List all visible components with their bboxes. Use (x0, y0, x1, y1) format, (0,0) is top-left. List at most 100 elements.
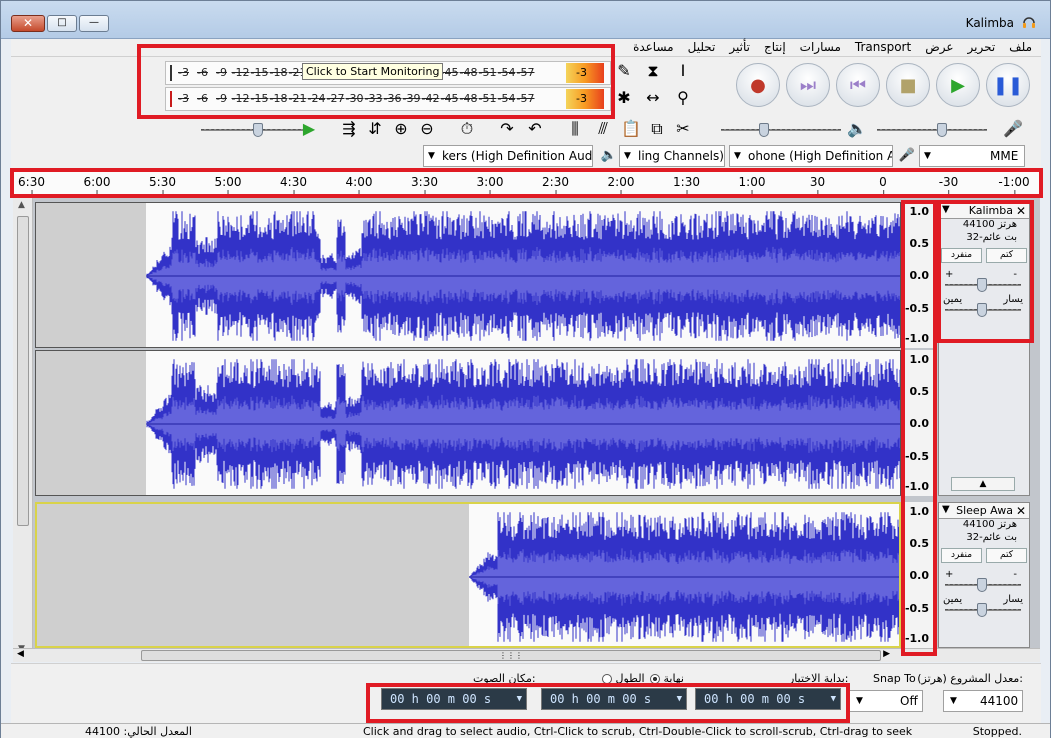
menu-tracks[interactable]: مسارات (799, 40, 842, 54)
vertical-scrollbar[interactable]: ▲ ▼ (13, 198, 33, 658)
undo-icon[interactable]: ↶ (523, 117, 547, 141)
playback-speed-slider[interactable] (201, 123, 311, 137)
solo-button[interactable]: منفرد (941, 548, 982, 563)
close-track-icon[interactable]: ✕ (1016, 204, 1026, 218)
meter-tick-label: -9 (216, 66, 227, 79)
meter-tick-label: -57 (516, 92, 535, 105)
mute-button[interactable]: كتم (986, 548, 1027, 563)
multi-tool-icon[interactable]: ✱ (612, 86, 636, 110)
trim-audio-icon[interactable]: ⫼ (563, 117, 587, 141)
ruler-tick-label: 6:30 (18, 175, 45, 195)
waveform-kalimba-right[interactable] (35, 350, 901, 496)
skip-to-start-button[interactable]: ⏮ (836, 63, 880, 107)
channels-select[interactable]: ▼ling Channels) 2 (619, 145, 725, 167)
amplitude-ruler: 1.0 0.5 0.0 -0.5 -1.0 (903, 202, 935, 348)
skip-to-end-button[interactable]: ⏭ (786, 63, 830, 107)
pan-slider[interactable] (945, 603, 1021, 617)
length-radio[interactable]: الطول (599, 672, 645, 685)
waveform-shape (469, 504, 899, 646)
meter-tick-label: -39 (402, 92, 421, 105)
silence-audio-icon[interactable]: ⫻ (591, 117, 615, 141)
ruler-tick-label: 5:00 (214, 175, 242, 195)
track-name-menu[interactable]: Sleep Awa (956, 504, 1013, 517)
pause-button[interactable]: ❚❚ (986, 63, 1030, 107)
solo-button[interactable]: منفرد (941, 248, 982, 263)
snap-to-select[interactable]: ▼ Off (849, 690, 923, 712)
menu-edit[interactable]: تحرير (967, 40, 997, 54)
gain-slider[interactable] (945, 578, 1021, 592)
waveform-kalimba-left[interactable] (35, 202, 901, 348)
meter-tick-label: -27 (326, 92, 345, 105)
selection-start-time[interactable]: 00 h 00 m 00 s ▼ (695, 688, 841, 710)
track-rate: 44100 هرتز (962, 519, 1017, 530)
meter-tick-label: -15 (250, 92, 269, 105)
audio-position-time[interactable]: 00 h 00 m 00 s ▼ (381, 688, 527, 710)
menu-file[interactable]: ملف (1008, 40, 1033, 54)
dropdown-icon[interactable]: ▼ (942, 204, 950, 215)
playback-device-select[interactable]: ▼ kers (High Definition Audio (423, 145, 593, 167)
app-window: ✕ □ — Kalimba ملف تحرير عرض Transport مس… (0, 0, 1051, 738)
speaker-icon: 🔈 (847, 119, 867, 138)
timeline-ruler[interactable]: -1:00 -30 0 30 1:00 1:30 2:00 2:30 3:00 3:30 4:00 4… (13, 171, 1040, 195)
meter-tick-label: -36 (383, 92, 402, 105)
menu-transport[interactable]: Transport (854, 40, 912, 54)
end-radio[interactable]: نهاية (647, 672, 684, 685)
mute-button[interactable]: كتم (986, 248, 1027, 263)
amplitude-ruler: 1.0 0.5 0.0 -0.5 -1.0 (903, 502, 935, 648)
selection-end-time[interactable]: 00 h 00 m 00 s ▼ (541, 688, 687, 710)
cut-icon[interactable]: ✂ (671, 117, 695, 141)
menu-generate[interactable]: إنتاج (763, 40, 787, 54)
dropdown-icon[interactable]: ▼ (942, 504, 950, 515)
audio-host-select[interactable]: ▼ MME (919, 145, 1025, 167)
waveform-shape (146, 203, 900, 347)
play-button[interactable]: ▶ (936, 63, 980, 107)
close-track-icon[interactable]: ✕ (1016, 504, 1026, 518)
meter-tick-label: -42 (421, 92, 440, 105)
record-button[interactable]: ● (736, 63, 780, 107)
collapse-track-icon[interactable]: ▲ (951, 477, 1015, 491)
meter-tick-label: -54 (497, 66, 516, 79)
play-at-speed-icon[interactable]: ▶ (297, 117, 321, 141)
paste-icon[interactable]: 📋 (619, 117, 643, 141)
draw-tool-icon[interactable]: ✎ (612, 59, 636, 83)
track-control-panel-sleep-away[interactable]: ✕ Sleep Awa ▼ 44100 هرتز 32-بت عائم كتم منف… (938, 502, 1030, 648)
gain-slider[interactable] (945, 278, 1021, 292)
selection-tool-icon[interactable]: I (671, 59, 695, 83)
selection-start-label: بداية الاختيار: (789, 672, 849, 685)
project-rate-select[interactable]: ▼ 44100 (943, 690, 1023, 712)
horizontal-scrollbar[interactable]: ◀ ⋮⋮⋮ ▶ (13, 648, 1040, 662)
menu-bar: ملف تحرير عرض Transport مسارات إنتاج تأث… (11, 39, 1041, 57)
ruler-tick-label: -1:00 (998, 175, 1030, 195)
ruler-tick-label: -30 (938, 175, 959, 195)
stop-button[interactable]: ■ (886, 63, 930, 107)
envelope-tool-icon[interactable]: ⧗ (641, 59, 665, 83)
title-bar: ✕ □ — Kalimba (1, 1, 1050, 39)
zoom-tool-icon[interactable]: ⚲ (671, 86, 695, 110)
maximize-button[interactable]: □ (47, 15, 77, 32)
recording-volume-slider[interactable] (877, 123, 987, 137)
menu-view[interactable]: عرض (924, 40, 954, 54)
playback-volume-slider[interactable] (721, 123, 841, 137)
track-control-panel-kalimba[interactable]: ✕ Kalimba ▼ 44100 هرتز 32-بت عائم كتم منفرد… (938, 202, 1030, 496)
minimize-button[interactable]: — (79, 15, 109, 32)
track-name-menu[interactable]: Kalimba (969, 204, 1013, 217)
redo-icon[interactable]: ↷ (495, 117, 519, 141)
meter-clip-zone: -3 (566, 89, 604, 109)
playback-meter[interactable]: -3 -6 -9 -12 -15 -18 -21 -24 -27 -30 -33 -36 -39 -42-… (165, 87, 611, 111)
menu-help[interactable]: مساعدة (632, 40, 675, 54)
menu-analyze[interactable]: تحليل (687, 40, 717, 54)
trim-icon[interactable]: ⇶ (337, 117, 361, 141)
zoom-out-icon[interactable]: ⊖ (415, 117, 439, 141)
silence-icon[interactable]: ⇵ (363, 117, 387, 141)
waveform-sleep-away[interactable] (35, 502, 901, 648)
sync-lock-icon[interactable]: ⏱ (455, 117, 479, 141)
meter-tick-label: -24 (307, 92, 326, 105)
meter-tick-label: -3 (178, 92, 189, 105)
menu-effect[interactable]: تأثير (728, 40, 751, 54)
pan-slider[interactable] (945, 303, 1021, 317)
zoom-in-icon[interactable]: ⊕ (389, 117, 413, 141)
time-shift-tool-icon[interactable]: ↔ (641, 86, 665, 110)
close-button[interactable]: ✕ (11, 15, 45, 32)
copy-icon[interactable]: ⧉ (645, 117, 669, 141)
recording-device-select[interactable]: ▼ohone (High Definition Aud (729, 145, 893, 167)
